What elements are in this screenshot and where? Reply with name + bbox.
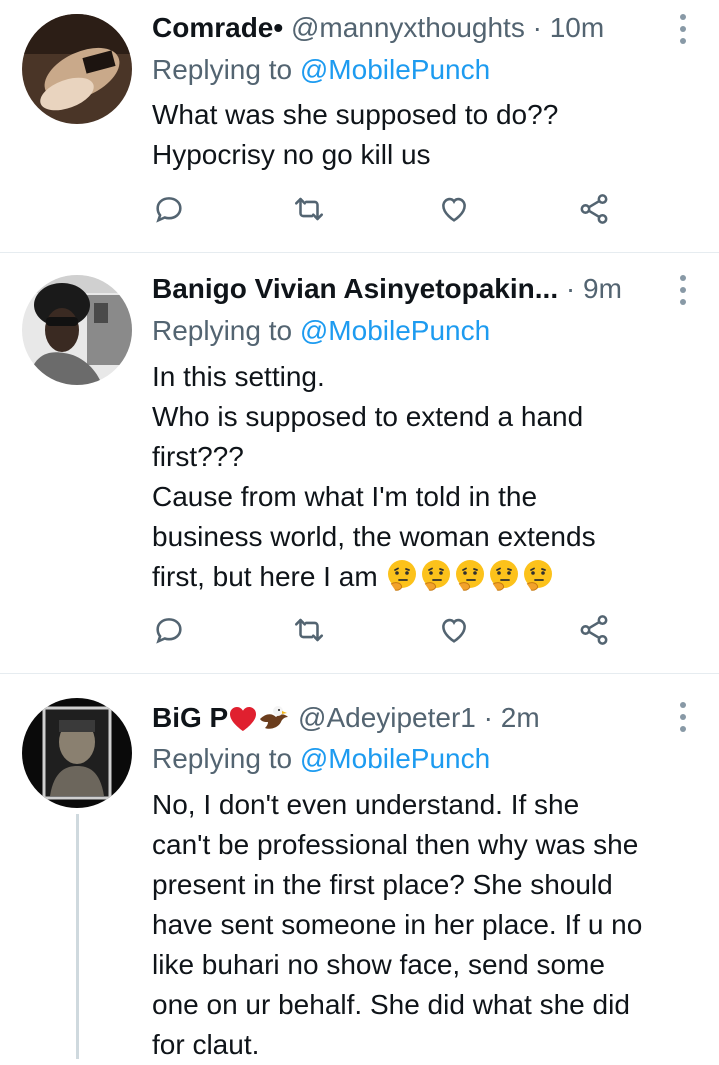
thinking-face-emoji <box>490 560 519 591</box>
text-segment: first, but here I am <box>152 561 378 592</box>
share-button[interactable] <box>577 613 617 653</box>
text-line: one on ur behalf. She did what she did <box>152 989 630 1020</box>
avatar[interactable] <box>22 698 132 808</box>
like-button[interactable] <box>437 192 477 232</box>
tweet-header: Banigo Vivian Asinyetopakin... · 9m <box>152 269 682 309</box>
avatar[interactable] <box>22 14 132 124</box>
username[interactable]: @mannyxthoughts <box>291 12 525 43</box>
thinking-face-emoji <box>422 560 451 591</box>
reply-button[interactable] <box>152 613 192 653</box>
avatar[interactable] <box>22 275 132 385</box>
text-line: Who is supposed to extend a hand <box>152 401 584 432</box>
mention-link[interactable]: @MobilePunch <box>300 315 490 346</box>
text-line: In this setting. <box>152 361 325 392</box>
retweet-button[interactable] <box>292 192 332 232</box>
replying-prefix: Replying to <box>152 743 293 774</box>
replying-to: Replying to @MobilePunch <box>152 50 490 90</box>
text-line: What was she supposed to do?? <box>152 99 559 130</box>
tweet-header: BiG P @Adeyipeter1 · 2m <box>152 698 682 738</box>
text-line: like buhari no show face, send some <box>152 949 605 980</box>
retweet-icon <box>294 197 324 221</box>
share-icon <box>580 615 608 645</box>
tweet-comrade[interactable]: Comrade• @mannyxthoughts · 10m Replying … <box>0 0 719 253</box>
heart-icon <box>442 618 466 643</box>
replying-prefix: Replying to <box>152 315 293 346</box>
speech-bubble-icon <box>156 197 182 223</box>
text-line: can't be professional then why was she <box>152 829 639 860</box>
display-name[interactable]: Banigo Vivian Asinyetopakin... <box>152 273 558 304</box>
username[interactable]: @Adeyipeter1 <box>298 702 476 733</box>
timestamp[interactable]: · 2m <box>484 702 540 733</box>
mention-link[interactable]: @MobilePunch <box>300 54 490 85</box>
text-line: Cause from what I'm told in the <box>152 481 538 512</box>
more-vertical-icon[interactable] <box>679 702 687 732</box>
like-button[interactable] <box>437 613 477 653</box>
action-bar <box>152 192 622 232</box>
eagle-emoji <box>260 706 289 729</box>
text-line: Hypocrisy no go kill us <box>152 139 431 170</box>
red-heart-emoji <box>230 707 257 731</box>
more-vertical-icon[interactable] <box>679 14 687 44</box>
tweet-text: No, I don't even understand. If she can'… <box>152 785 697 1065</box>
display-name[interactable]: Comrade• <box>152 12 283 43</box>
speech-bubble-icon <box>156 618 182 644</box>
reply-button[interactable] <box>152 192 192 232</box>
action-bar <box>152 613 622 653</box>
text-line: business world, the woman extends <box>152 521 596 552</box>
replying-to: Replying to @MobilePunch <box>152 739 490 779</box>
thinking-face-emoji <box>456 560 485 591</box>
text-line: for claut. <box>152 1029 260 1060</box>
replying-prefix: Replying to <box>152 54 293 85</box>
thinking-face-emoji <box>524 560 553 591</box>
thinking-face-emoji-row <box>385 560 555 592</box>
tweet-header: Comrade• @mannyxthoughts · 10m <box>152 8 682 48</box>
share-icon <box>580 194 608 224</box>
text-line-with-emoji: first, but here I am <box>152 557 697 597</box>
thinking-face-emoji <box>388 560 417 591</box>
text-line: present in the first place? She should <box>152 869 613 900</box>
text-line: first??? <box>152 441 244 472</box>
more-vertical-icon[interactable] <box>679 275 687 305</box>
thread-connector-line <box>76 814 79 1059</box>
mention-link[interactable]: @MobilePunch <box>300 743 490 774</box>
retweet-button[interactable] <box>292 613 332 653</box>
text-line: No, I don't even understand. If she <box>152 789 580 820</box>
heart-icon <box>442 197 466 222</box>
tweet-banigo[interactable]: Banigo Vivian Asinyetopakin... · 9m Repl… <box>0 253 719 674</box>
tweet-big-p[interactable]: BiG P @Adeyipeter1 · 2m Replying to @Mob… <box>0 674 719 1060</box>
tweet-text: In this setting. Who is supposed to exte… <box>152 357 697 597</box>
display-name[interactable]: BiG P <box>152 702 228 733</box>
replying-to: Replying to @MobilePunch <box>152 311 490 351</box>
timestamp[interactable]: · 9m <box>566 273 622 304</box>
text-line: have sent someone in her place. If u no <box>152 909 643 940</box>
tweet-text: What was she supposed to do?? Hypocrisy … <box>152 95 697 175</box>
share-button[interactable] <box>577 192 617 232</box>
retweet-icon <box>294 618 324 642</box>
timestamp[interactable]: · 10m <box>533 12 605 43</box>
